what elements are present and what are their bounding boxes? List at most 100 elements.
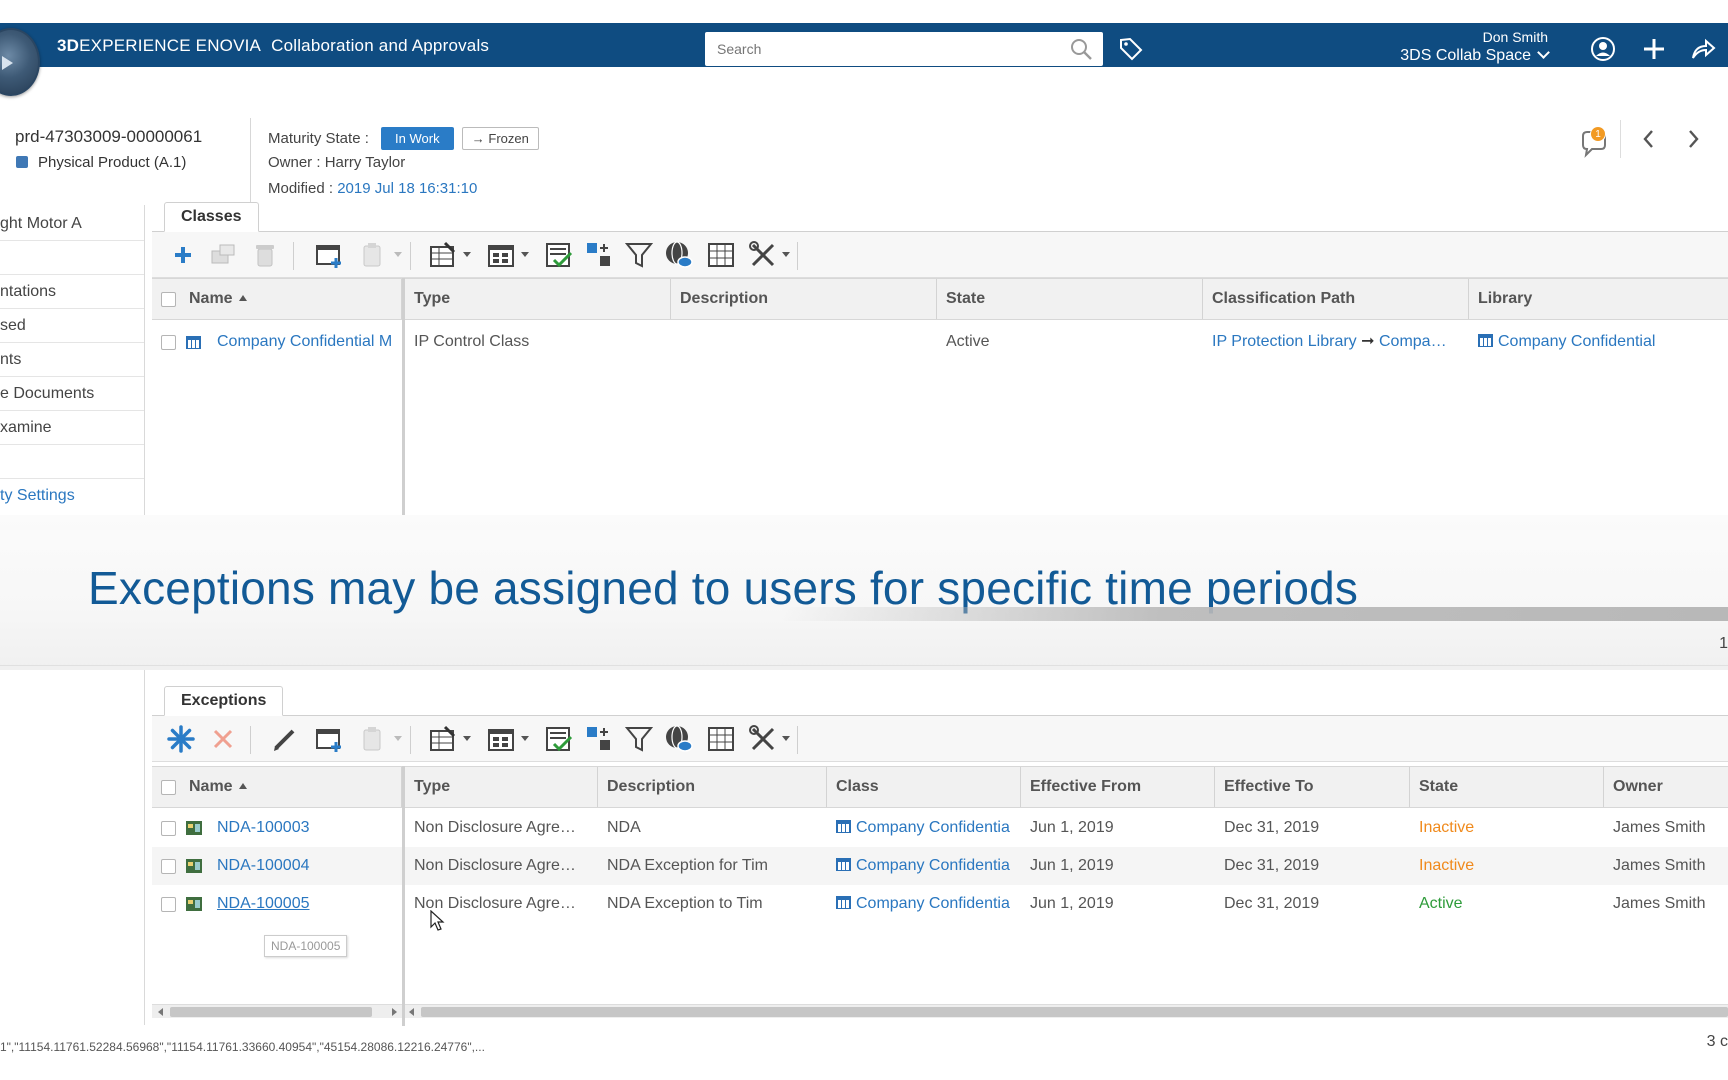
class-name-link[interactable]: Company Confidential M <box>208 323 402 361</box>
column-description[interactable]: Description <box>598 767 827 807</box>
nav-item-reference-documents[interactable]: e Documents <box>0 377 144 411</box>
approve-list-icon[interactable] <box>544 240 574 270</box>
column-effective-to[interactable]: Effective To <box>1215 767 1410 807</box>
column-effective-from[interactable]: Effective From <box>1021 767 1215 807</box>
edit-table-icon[interactable] <box>428 724 458 754</box>
tools-icon[interactable] <box>748 240 778 270</box>
filter-icon[interactable] <box>624 724 654 754</box>
header-separator <box>1620 120 1621 158</box>
arrow-right-icon: ➞ <box>1361 333 1375 350</box>
delete-icon[interactable] <box>250 240 280 270</box>
column-library[interactable]: Library <box>1469 279 1728 319</box>
column-type[interactable]: Type <box>405 767 598 807</box>
frozen-column-splitter[interactable] <box>402 278 405 515</box>
frozen-horizontal-scrollbar[interactable] <box>152 1004 402 1018</box>
table-row[interactable]: NDA-100004 Non Disclosure Agre… NDA Exce… <box>152 847 1728 885</box>
select-all-checkbox[interactable] <box>161 292 176 307</box>
maturity-state: Maturity State : In Work → Frozen <box>268 127 539 150</box>
nav-item-used[interactable]: sed <box>0 309 144 343</box>
paste-icon[interactable] <box>359 724 389 754</box>
user-menu[interactable]: Don Smith 3DS Collab Space <box>1400 29 1550 65</box>
search-icon[interactable] <box>1069 37 1093 61</box>
column-name[interactable]: Name <box>180 279 402 319</box>
column-state[interactable]: State <box>1410 767 1604 807</box>
main-horizontal-scrollbar[interactable] <box>405 1004 1728 1018</box>
exception-class-link[interactable]: Company Confidentia <box>827 885 1021 923</box>
scroll-right-icon[interactable] <box>392 1008 397 1016</box>
previous-icon[interactable] <box>1640 126 1658 152</box>
mouse-cursor-icon <box>430 910 445 931</box>
state-in-work-badge[interactable]: In Work <box>381 127 454 150</box>
edit-icon[interactable] <box>270 724 300 754</box>
global-link-icon[interactable] <box>664 240 694 270</box>
row-checkbox[interactable] <box>161 859 176 874</box>
collab-space-selector[interactable]: 3DS Collab Space <box>1400 46 1550 65</box>
add-icon[interactable] <box>168 240 198 270</box>
column-state[interactable]: State <box>937 279 1203 319</box>
filter-icon[interactable] <box>624 240 654 270</box>
exception-name-link[interactable]: NDA-100004 <box>208 847 402 885</box>
table-row[interactable]: Company Confidential M IP Control Class … <box>152 323 1728 361</box>
nav-item-security-settings[interactable]: ty Settings <box>0 479 144 513</box>
new-window-icon[interactable] <box>314 724 344 754</box>
nav-item-documents[interactable]: nts <box>0 343 144 377</box>
nav-item-examine[interactable]: xamine <box>0 411 144 445</box>
tools-icon[interactable] <box>748 724 778 754</box>
column-description[interactable]: Description <box>671 279 937 319</box>
search-box[interactable] <box>705 32 1103 66</box>
column-owner[interactable]: Owner <box>1604 767 1728 807</box>
frozen-column-splitter[interactable] <box>402 766 405 1026</box>
paste-icon[interactable] <box>359 240 389 270</box>
profile-icon[interactable] <box>1590 36 1616 62</box>
table-select-icon[interactable] <box>706 240 736 270</box>
column-classification-path[interactable]: Classification Path <box>1203 279 1469 319</box>
classification-path-link[interactable]: IP Protection Library ➞ Compa… <box>1203 323 1469 361</box>
remove-icon[interactable] <box>208 724 238 754</box>
row-checkbox[interactable] <box>161 897 176 912</box>
classes-toolbar <box>152 232 1728 278</box>
table-row[interactable]: NDA-100005 Non Disclosure Agre… NDA Exce… <box>152 885 1728 923</box>
new-window-icon[interactable] <box>314 240 344 270</box>
edit-table-icon[interactable] <box>428 240 458 270</box>
column-name[interactable]: Name <box>180 767 402 807</box>
table-row[interactable]: NDA-100003 Non Disclosure Agre… NDA Comp… <box>152 809 1728 847</box>
scroll-left-icon[interactable] <box>158 1008 163 1016</box>
approve-list-icon[interactable] <box>544 724 574 754</box>
scrollbar-thumb[interactable] <box>421 1007 1728 1017</box>
exception-class-link[interactable]: Company Confidentia <box>827 809 1021 847</box>
share-icon[interactable] <box>1690 36 1716 62</box>
nav-item-product[interactable]: ght Motor A <box>0 207 144 241</box>
create-new-icon[interactable] <box>166 724 196 754</box>
effective-to: Dec 31, 2019 <box>1224 857 1320 874</box>
tab-exceptions[interactable]: Exceptions <box>164 686 284 716</box>
scroll-left-icon[interactable] <box>409 1008 414 1016</box>
row-checkbox[interactable] <box>161 821 176 836</box>
exception-name-link[interactable]: NDA-100005 <box>208 885 402 923</box>
nav-item-implementations[interactable]: ntations <box>0 275 144 309</box>
state-frozen-button[interactable]: → Frozen <box>461 127 539 150</box>
column-class[interactable]: Class <box>827 767 1021 807</box>
exception-name-link[interactable]: NDA-100003 <box>208 809 402 847</box>
add-existing-icon[interactable] <box>208 240 238 270</box>
search-input[interactable] <box>705 32 1045 66</box>
row-checkbox[interactable] <box>161 335 176 350</box>
chevron-down-icon <box>1537 46 1550 59</box>
expand-icon[interactable] <box>584 724 614 754</box>
effective-from: Jun 1, 2019 <box>1030 895 1114 912</box>
column-layout-icon[interactable] <box>486 724 516 754</box>
column-layout-icon[interactable] <box>486 240 516 270</box>
library-link[interactable]: Company Confidential <box>1469 323 1728 361</box>
column-type[interactable]: Type <box>405 279 671 319</box>
tag-icon[interactable] <box>1118 36 1144 62</box>
expand-icon[interactable] <box>584 240 614 270</box>
table-select-icon[interactable] <box>706 724 736 754</box>
object-type: Physical Product (A.1) <box>16 154 186 171</box>
tab-classes[interactable]: Classes <box>164 202 259 232</box>
select-all-checkbox[interactable] <box>161 780 176 795</box>
add-icon[interactable] <box>1641 36 1667 62</box>
exception-class-link[interactable]: Company Confidentia <box>827 847 1021 885</box>
scrollbar-thumb[interactable] <box>170 1007 372 1017</box>
global-link-icon[interactable] <box>664 724 694 754</box>
modified-date[interactable]: 2019 Jul 18 16:31:10 <box>337 180 477 197</box>
next-icon[interactable] <box>1684 126 1702 152</box>
